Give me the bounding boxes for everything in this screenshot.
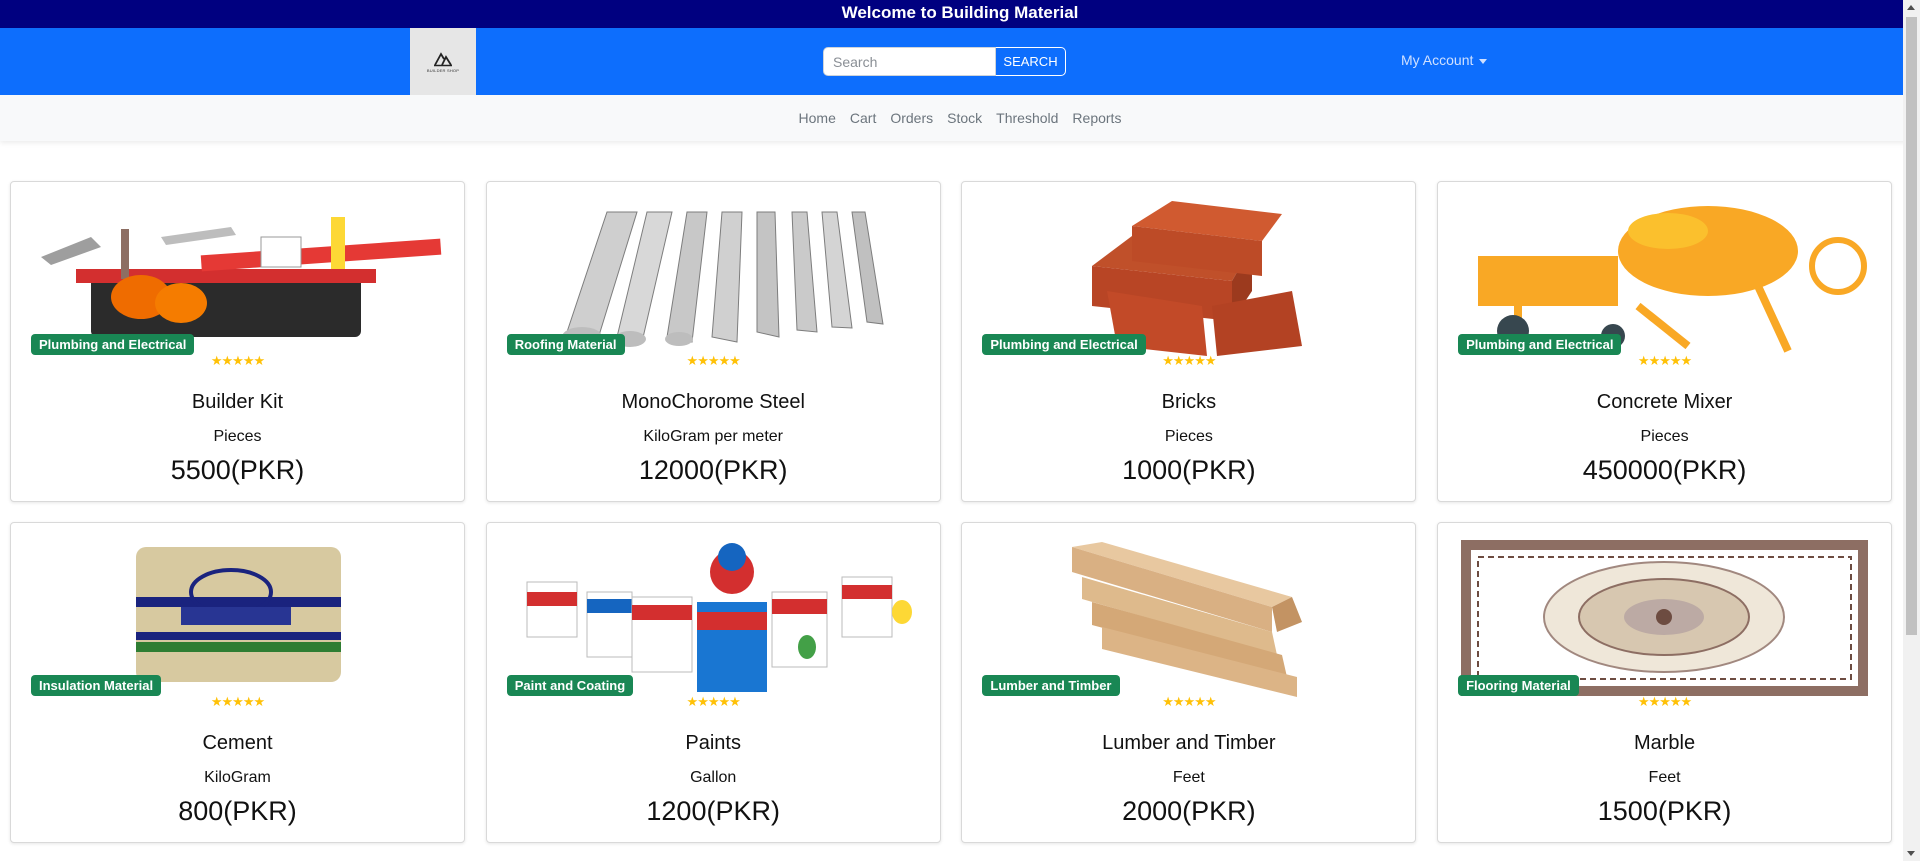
welcome-banner: Welcome to Building Material xyxy=(0,0,1920,28)
product-card[interactable]: Plumbing and Electrical ★★★★★ Bricks Pie… xyxy=(961,181,1417,502)
nav-stock[interactable]: Stock xyxy=(940,110,989,126)
product-name: Marble xyxy=(1633,732,1696,754)
star-rating: ★★★★★ xyxy=(210,353,265,368)
product-price: 1200(PKR) xyxy=(646,796,780,826)
nav-reports[interactable]: Reports xyxy=(1065,110,1128,126)
star-rating: ★★★★★ xyxy=(1162,694,1216,709)
star-rating: ★★★★★ xyxy=(686,694,741,709)
product-card[interactable]: Paint and Coating ★★★★★ Paints Gallon 12… xyxy=(485,522,941,843)
product-price: 2000(PKR) xyxy=(1122,796,1256,826)
category-badge: Plumbing and Electrical xyxy=(982,334,1146,355)
star-rating: ★★★★★ xyxy=(1162,353,1216,368)
logo-icon xyxy=(434,51,452,66)
product-price: 1000(PKR) xyxy=(1122,455,1256,485)
nav-home[interactable]: Home xyxy=(792,110,843,126)
product-unit: Feet xyxy=(1172,769,1205,786)
nav-cart[interactable]: Cart xyxy=(843,110,883,126)
product-unit: Pieces xyxy=(213,428,262,445)
category-badge: Plumbing and Electrical xyxy=(1458,334,1622,355)
search-input[interactable] xyxy=(823,47,996,76)
product-card[interactable]: Roofing Material ★★★★★ MonoChorome Steel… xyxy=(485,181,941,502)
product-unit: KiloGram xyxy=(204,769,271,786)
scroll-down-icon[interactable] xyxy=(1907,851,1915,856)
star-rating: ★★★★★ xyxy=(1637,694,1692,709)
product-card[interactable]: Lumber and Timber ★★★★★ Lumber and Timbe… xyxy=(961,522,1417,843)
search-button[interactable]: SEARCH xyxy=(996,47,1066,76)
my-account-label: My Account xyxy=(1401,52,1474,68)
product-name: Bricks xyxy=(1161,391,1217,413)
product-unit: Pieces xyxy=(1164,428,1213,445)
star-rating: ★★★★★ xyxy=(686,353,741,368)
main-nav: Home Cart Orders Stock Threshold Reports xyxy=(0,95,1920,141)
vertical-scrollbar[interactable] xyxy=(1903,0,1920,861)
product-unit: Pieces xyxy=(1640,428,1689,445)
product-unit: Gallon xyxy=(690,769,737,786)
logo[interactable]: BUILDER SHOP xyxy=(410,28,476,95)
search-form: SEARCH xyxy=(823,47,1066,76)
category-badge: Flooring Material xyxy=(1458,675,1579,696)
star-rating: ★★★★★ xyxy=(210,694,265,709)
scrollbar-thumb[interactable] xyxy=(1906,17,1917,635)
product-name: Builder Kit xyxy=(191,391,284,413)
product-name: MonoChorome Steel xyxy=(621,391,805,413)
product-price: 450000(PKR) xyxy=(1582,455,1747,485)
welcome-title: Welcome to Building Material xyxy=(841,3,1079,22)
nav-orders[interactable]: Orders xyxy=(883,110,940,126)
product-card[interactable]: Insulation Material ★★★★★ Cement KiloGra… xyxy=(10,522,465,843)
scroll-up-icon[interactable] xyxy=(1907,5,1915,10)
product-unit: KiloGram per meter xyxy=(643,428,783,445)
product-name: Concrete Mixer xyxy=(1596,391,1733,413)
logo-text: BUILDER SHOP xyxy=(426,67,460,73)
category-badge: Paint and Coating xyxy=(506,675,634,696)
my-account-dropdown[interactable]: My Account xyxy=(1401,52,1488,68)
product-price: 12000(PKR) xyxy=(638,455,788,485)
product-name: Cement xyxy=(202,732,273,754)
product-price: 800(PKR) xyxy=(178,796,297,826)
product-name: Lumber and Timber xyxy=(1102,732,1276,754)
product-card[interactable]: Flooring Material ★★★★★ Marble Feet 1500… xyxy=(1437,522,1893,843)
caret-down-icon xyxy=(1479,58,1488,64)
star-rating: ★★★★★ xyxy=(1637,353,1692,368)
product-card[interactable]: Plumbing and Electrical ★★★★★ Builder Ki… xyxy=(10,181,465,502)
header: BUILDER SHOP SEARCH My Account xyxy=(0,28,1920,95)
category-badge: Roofing Material xyxy=(506,334,625,355)
product-card[interactable]: Plumbing and Electrical ★★★★★ Concrete M… xyxy=(1437,181,1893,502)
nav-threshold[interactable]: Threshold xyxy=(989,110,1065,126)
product-name: Paints xyxy=(685,732,741,754)
product-price: 1500(PKR) xyxy=(1597,796,1732,826)
product-grid: Plumbing and Electrical ★★★★★ Builder Ki… xyxy=(10,181,1893,843)
category-badge: Insulation Material xyxy=(31,675,162,696)
category-badge: Lumber and Timber xyxy=(982,675,1120,696)
category-badge: Plumbing and Electrical xyxy=(31,334,195,355)
product-unit: Feet xyxy=(1648,769,1681,786)
product-price: 5500(PKR) xyxy=(170,455,305,485)
